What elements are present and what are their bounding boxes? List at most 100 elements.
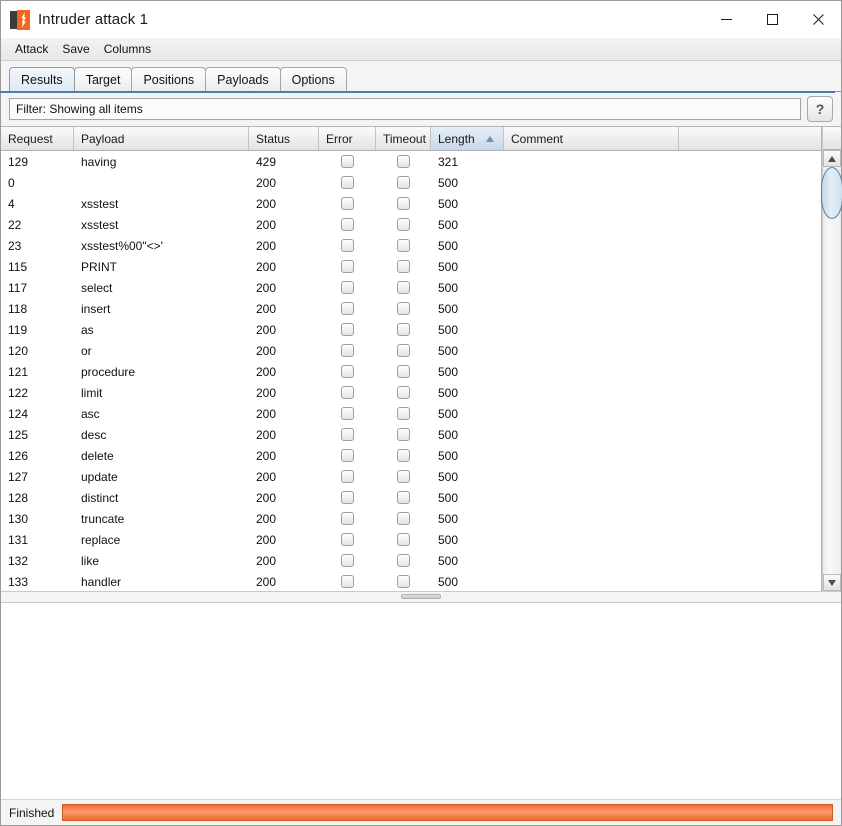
tab-payloads[interactable]: Payloads xyxy=(205,67,281,91)
table-row[interactable]: 121 procedure 200 500 xyxy=(1,361,821,382)
error-checkbox[interactable] xyxy=(341,155,354,168)
timeout-checkbox[interactable] xyxy=(397,155,410,168)
timeout-checkbox[interactable] xyxy=(397,323,410,336)
panel-splitter[interactable] xyxy=(1,591,841,602)
table-row[interactable]: 118 insert 200 500 xyxy=(1,298,821,319)
menu-item-attack[interactable]: Attack xyxy=(9,40,54,58)
bolt-glyph xyxy=(21,11,27,28)
table-header-timeout[interactable]: Timeout xyxy=(376,127,431,150)
error-checkbox[interactable] xyxy=(341,554,354,567)
timeout-checkbox[interactable] xyxy=(397,176,410,189)
error-checkbox[interactable] xyxy=(341,218,354,231)
tab-target[interactable]: Target xyxy=(73,67,133,91)
error-checkbox[interactable] xyxy=(341,428,354,441)
error-checkbox[interactable] xyxy=(341,176,354,189)
timeout-checkbox[interactable] xyxy=(397,386,410,399)
timeout-checkbox[interactable] xyxy=(397,239,410,252)
table-row[interactable]: 131 replace 200 500 xyxy=(1,529,821,550)
timeout-checkbox[interactable] xyxy=(397,470,410,483)
error-checkbox[interactable] xyxy=(341,386,354,399)
timeout-checkbox[interactable] xyxy=(397,281,410,294)
table-header-length[interactable]: Length xyxy=(431,127,504,150)
timeout-checkbox[interactable] xyxy=(397,575,410,588)
table-row[interactable]: 124 asc 200 500 xyxy=(1,403,821,424)
timeout-checkbox[interactable] xyxy=(397,344,410,357)
table-row[interactable]: 132 like 200 500 xyxy=(1,550,821,571)
splitter-grip[interactable] xyxy=(401,594,441,599)
timeout-checkbox[interactable] xyxy=(397,491,410,504)
tab-positions[interactable]: Positions xyxy=(131,67,207,91)
scroll-down-button[interactable] xyxy=(823,574,841,591)
table-row[interactable]: 4 xsstest 200 500 xyxy=(1,193,821,214)
table-row[interactable]: 117 select 200 500 xyxy=(1,277,821,298)
error-checkbox[interactable] xyxy=(341,239,354,252)
scrollbar-thumb[interactable] xyxy=(821,167,842,219)
table-row[interactable]: 128 distinct 200 500 xyxy=(1,487,821,508)
cell-payload: having xyxy=(81,154,117,169)
tab-results[interactable]: Results xyxy=(9,67,75,91)
tab-options[interactable]: Options xyxy=(279,67,347,91)
cell-error xyxy=(319,571,376,591)
menu-item-save[interactable]: Save xyxy=(56,40,95,58)
timeout-checkbox[interactable] xyxy=(397,512,410,525)
table-row[interactable]: 0 200 500 xyxy=(1,172,821,193)
menu-item-columns[interactable]: Columns xyxy=(98,40,157,58)
results-vertical-scrollbar[interactable] xyxy=(821,127,842,591)
table-row[interactable]: 122 limit 200 500 xyxy=(1,382,821,403)
error-checkbox[interactable] xyxy=(341,260,354,273)
error-checkbox[interactable] xyxy=(341,365,354,378)
table-header-comment[interactable]: Comment xyxy=(504,127,679,150)
table-row[interactable]: 23 xsstest%00"<>' 200 500 xyxy=(1,235,821,256)
error-checkbox[interactable] xyxy=(341,197,354,210)
error-checkbox[interactable] xyxy=(341,407,354,420)
timeout-checkbox[interactable] xyxy=(397,407,410,420)
cell-request: 22 xyxy=(8,217,22,232)
timeout-checkbox[interactable] xyxy=(397,302,410,315)
timeout-checkbox[interactable] xyxy=(397,533,410,546)
table-row[interactable]: 119 as 200 500 xyxy=(1,319,821,340)
table-header-payload[interactable]: Payload xyxy=(74,127,249,150)
cell-timeout xyxy=(376,256,431,277)
table-row[interactable]: 126 delete 200 500 xyxy=(1,445,821,466)
error-checkbox[interactable] xyxy=(341,575,354,588)
timeout-checkbox[interactable] xyxy=(397,260,410,273)
error-checkbox[interactable] xyxy=(341,302,354,315)
table-header-error[interactable]: Error xyxy=(319,127,376,150)
table-row[interactable]: 115 PRINT 200 500 xyxy=(1,256,821,277)
cell-comment xyxy=(504,403,679,424)
scrollbar-range[interactable] xyxy=(821,167,842,574)
cell-request: 124 xyxy=(8,406,29,421)
filter-field[interactable]: Filter: Showing all items xyxy=(9,98,801,120)
cell-timeout xyxy=(376,151,431,172)
scrollbar-track[interactable] xyxy=(821,150,842,591)
error-checkbox[interactable] xyxy=(341,533,354,546)
table-row[interactable]: 129 having 429 321 xyxy=(1,151,821,172)
cell-status: 200 xyxy=(256,238,277,253)
timeout-checkbox[interactable] xyxy=(397,554,410,567)
table-header-status[interactable]: Status xyxy=(249,127,319,150)
scroll-up-button[interactable] xyxy=(823,150,841,167)
table-row[interactable]: 120 or 200 500 xyxy=(1,340,821,361)
minimize-button[interactable] xyxy=(703,1,749,38)
table-row[interactable]: 22 xsstest 200 500 xyxy=(1,214,821,235)
error-checkbox[interactable] xyxy=(341,323,354,336)
error-checkbox[interactable] xyxy=(341,470,354,483)
table-row[interactable]: 130 truncate 200 500 xyxy=(1,508,821,529)
error-checkbox[interactable] xyxy=(341,281,354,294)
timeout-checkbox[interactable] xyxy=(397,197,410,210)
table-row[interactable]: 125 desc 200 500 xyxy=(1,424,821,445)
help-button[interactable]: ? xyxy=(807,96,833,122)
timeout-checkbox[interactable] xyxy=(397,449,410,462)
timeout-checkbox[interactable] xyxy=(397,428,410,441)
timeout-checkbox[interactable] xyxy=(397,218,410,231)
error-checkbox[interactable] xyxy=(341,512,354,525)
close-button[interactable] xyxy=(795,1,841,38)
error-checkbox[interactable] xyxy=(341,491,354,504)
error-checkbox[interactable] xyxy=(341,449,354,462)
table-row[interactable]: 133 handler 200 500 xyxy=(1,571,821,591)
table-header-request[interactable]: Request xyxy=(1,127,74,150)
maximize-button[interactable] xyxy=(749,1,795,38)
table-row[interactable]: 127 update 200 500 xyxy=(1,466,821,487)
error-checkbox[interactable] xyxy=(341,344,354,357)
timeout-checkbox[interactable] xyxy=(397,365,410,378)
